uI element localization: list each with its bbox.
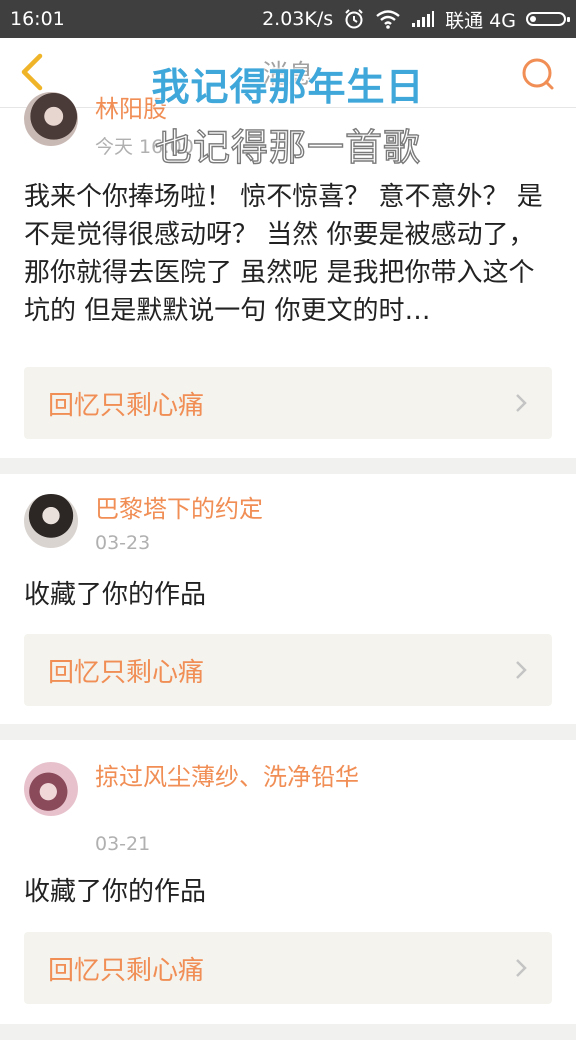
chevron-right-icon [516, 959, 527, 977]
status-bar: 16:01 2.03K/s 联通 4G [0, 0, 576, 38]
message-text: 收藏了你的作品 [24, 877, 207, 907]
wifi-icon [376, 10, 400, 29]
work-title: 回忆只剩心痛 [48, 657, 205, 688]
message-text: 我来个你捧场啦！ 惊不惊喜？ 意不意外？ 是不是觉得很感动呀？ 当然 你要是被感… [24, 182, 543, 326]
avatar[interactable] [24, 494, 78, 548]
message-card: 掠过风尘薄纱、洗净铅华 03-21 收藏了你的作品 回忆只剩心痛 [0, 740, 576, 1024]
avatar[interactable] [24, 762, 78, 816]
chevron-right-icon [516, 394, 527, 412]
work-link[interactable]: 回忆只剩心痛 [24, 634, 552, 706]
work-link[interactable]: 回忆只剩心痛 [24, 367, 552, 439]
work-link[interactable]: 回忆只剩心痛 [24, 932, 552, 1004]
message-date: 03-23 [95, 532, 151, 554]
message-text: 收藏了你的作品 [24, 580, 207, 610]
message-date: 03-21 [95, 833, 151, 855]
chevron-right-icon [516, 661, 527, 679]
status-time: 16:01 [10, 8, 65, 30]
carrier-label: 联通 4G [445, 9, 516, 32]
message-list: 林阳股 今天 16:00 我来个你捧场啦！ 惊不惊喜？ 意不意外？ 是不是觉得很… [0, 92, 576, 1040]
user-name[interactable]: 巴黎塔下的约定 [95, 494, 395, 524]
alarm-icon [345, 9, 363, 29]
signal-icon [412, 11, 435, 27]
battery-icon [526, 12, 570, 26]
work-title: 回忆只剩心痛 [48, 390, 205, 421]
user-name[interactable]: 掠过风尘薄纱、洗净铅华 [95, 762, 365, 792]
lyric-caption-1: 我记得那年生日 [151, 65, 425, 109]
network-speed: 2.03K/s [262, 8, 334, 30]
lyric-caption-2: 也记得那一首歌 [154, 125, 421, 169]
message-card: 巴黎塔下的约定 03-23 收藏了你的作品 回忆只剩心痛 [0, 474, 576, 724]
work-title: 回忆只剩心痛 [48, 955, 205, 986]
